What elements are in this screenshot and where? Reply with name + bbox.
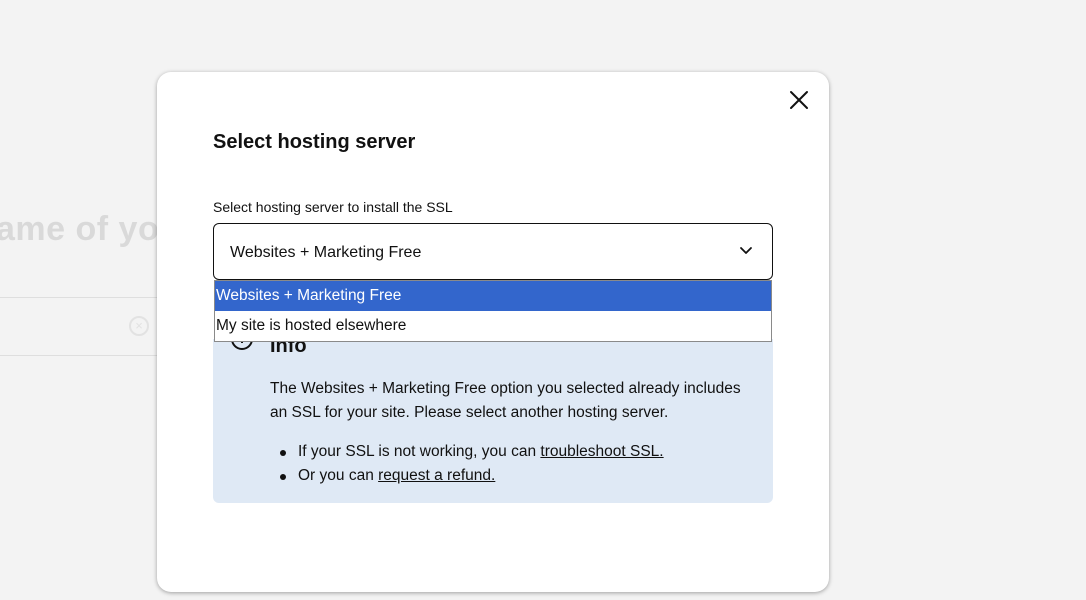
request-refund-link[interactable]: request a refund. [378,467,495,484]
list-item-text: Or you can [298,467,379,484]
close-button[interactable] [785,86,813,114]
list-item: Or you can request a refund. [280,464,664,488]
select-hosting-dialog: Select hosting server Select hosting ser… [157,72,829,592]
background-divider [0,355,160,356]
info-message: The Websites + Marketing Free option you… [270,380,741,421]
option-websites-marketing-free[interactable]: Websites + Marketing Free [215,281,771,311]
clear-circle-icon: × [129,316,149,336]
troubleshoot-ssl-link[interactable]: troubleshoot SSL. [540,443,663,460]
option-hosted-elsewhere[interactable]: My site is hosted elsewhere [215,311,771,341]
list-item-text: If your SSL is not working, you can [298,443,541,460]
hosting-server-label: Select hosting server to install the SSL [213,199,453,215]
info-list: If your SSL is not working, you can trou… [280,440,664,488]
dialog-title: Select hosting server [213,131,416,153]
info-panel: Info The Websites + Marketing Free optio… [213,328,773,503]
background-heading: ame of yo [0,210,160,248]
hosting-server-select[interactable]: Websites + Marketing Free [213,223,773,280]
close-icon [790,91,808,109]
list-item: If your SSL is not working, you can trou… [280,440,664,464]
background-divider [0,297,160,298]
chevron-down-icon [740,247,752,254]
select-current-value: Websites + Marketing Free [230,244,422,261]
hosting-server-options: Websites + Marketing Free My site is hos… [214,280,772,342]
